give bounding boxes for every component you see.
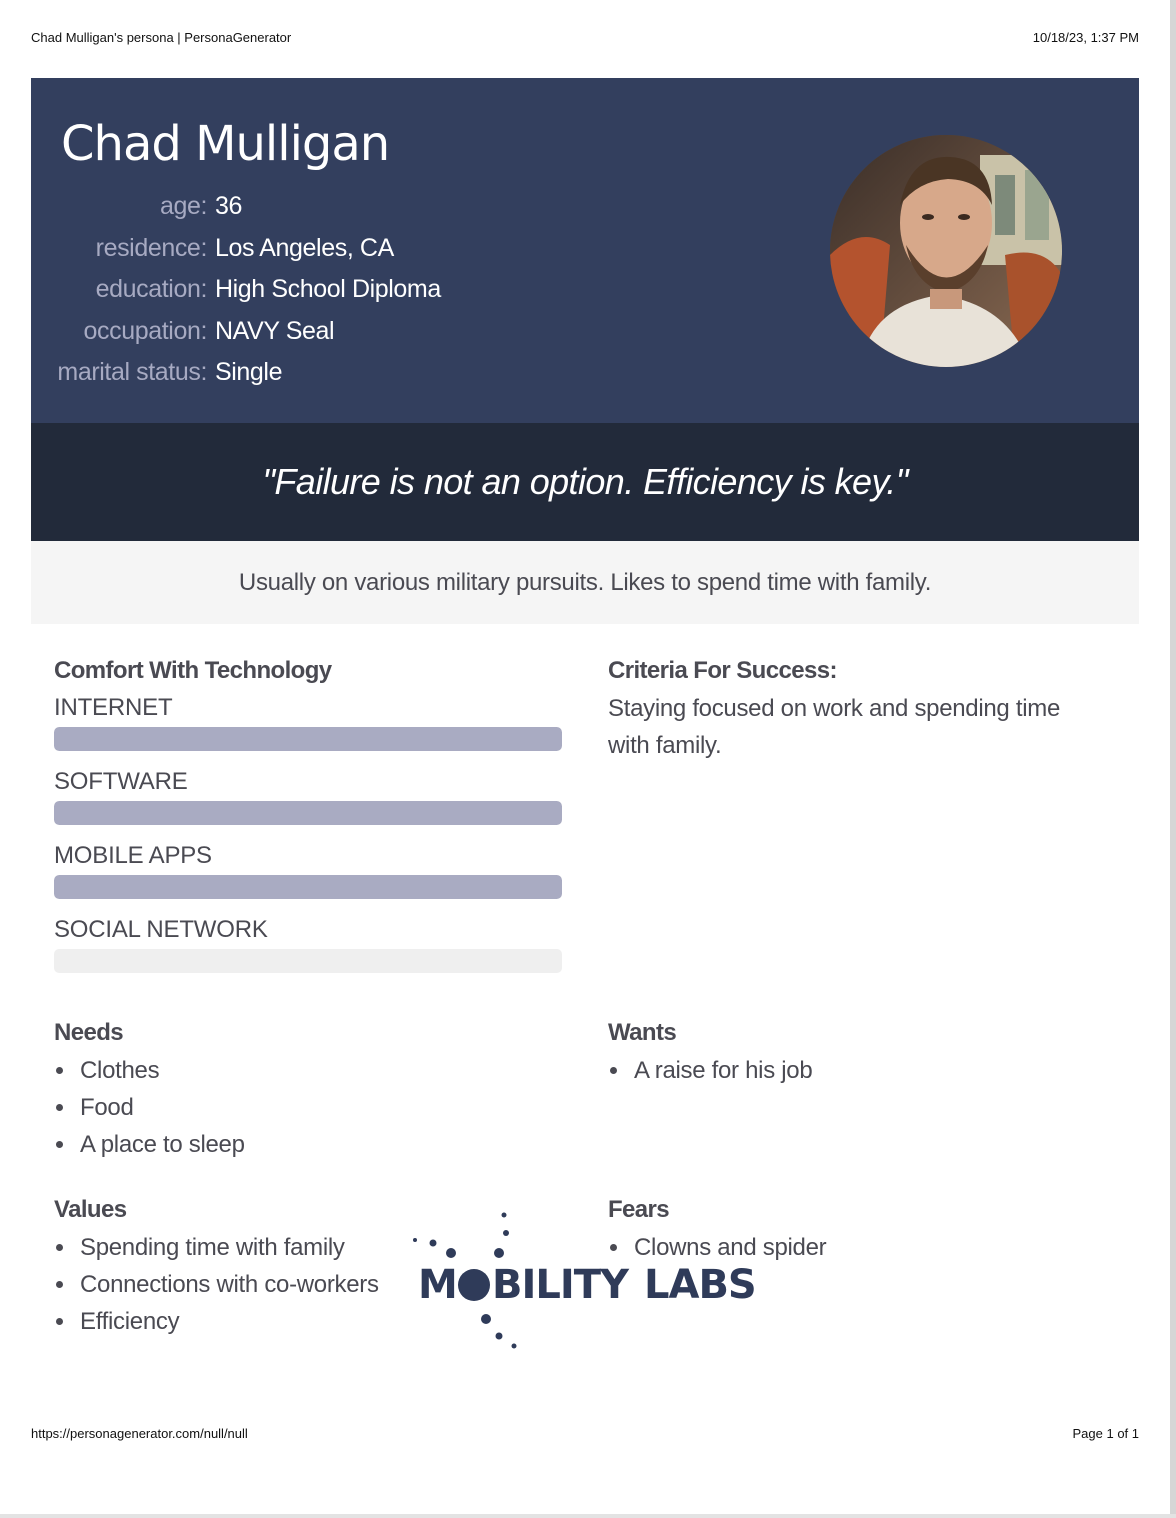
fact-age: age: 36 bbox=[31, 186, 441, 228]
fact-value: Los Angeles, CA bbox=[215, 233, 394, 262]
persona-avatar bbox=[830, 135, 1062, 367]
mobility-labs-logo: M BILITY LABS bbox=[410, 1205, 770, 1355]
list-item: Food bbox=[54, 1089, 245, 1126]
values-title: Values bbox=[54, 1196, 127, 1223]
persona-hero: Chad Mulligan age: 36 residence: Los Ang… bbox=[31, 78, 1139, 423]
wants-title: Wants bbox=[608, 1019, 677, 1046]
tech-bar-social-network bbox=[54, 949, 562, 973]
fact-label: education: bbox=[95, 275, 208, 304]
print-datetime: 10/18/23, 1:37 PM bbox=[1032, 30, 1139, 45]
fact-value: NAVY Seal bbox=[215, 316, 335, 345]
fact-education: education: High School Diploma bbox=[31, 269, 442, 311]
persona-quote: "Failure is not an option. Efficiency is… bbox=[262, 461, 908, 502]
print-url: https://personagenerator.com/null/null bbox=[31, 1426, 248, 1441]
list-item: A raise for his job bbox=[608, 1052, 813, 1089]
tech-bar-mobile-apps bbox=[54, 875, 562, 899]
print-page-number: Page 1 of 1 bbox=[1072, 1426, 1140, 1441]
bio-band: Usually on various military pursuits. Li… bbox=[31, 541, 1139, 624]
logo-graphic: M BILITY LABS bbox=[413, 1212, 757, 1349]
list-item: Efficiency bbox=[54, 1303, 379, 1340]
technology-title: Comfort With Technology bbox=[54, 657, 332, 684]
tech-bar-fill bbox=[54, 801, 562, 825]
criteria-text: Staying focused on work and spending tim… bbox=[608, 695, 1060, 759]
needs-list: Clothes Food A place to sleep bbox=[54, 1052, 245, 1163]
wants-list: A raise for his job bbox=[608, 1052, 813, 1089]
list-item: Clothes bbox=[54, 1052, 245, 1089]
print-footer: https://personagenerator.com/null/null P… bbox=[31, 1426, 1139, 1441]
svg-text:M: M bbox=[418, 1262, 457, 1308]
list-item: A place to sleep bbox=[54, 1126, 245, 1163]
print-page-title: Chad Mulligan's persona | PersonaGenerat… bbox=[31, 30, 292, 45]
list-item: Connections with co-workers bbox=[54, 1266, 379, 1303]
criteria-title: Criteria For Success: bbox=[608, 657, 837, 684]
avatar-portrait-illustration bbox=[830, 135, 1062, 367]
persona-name: Chad Mulligan bbox=[61, 116, 390, 172]
quote-band: "Failure is not an option. Efficiency is… bbox=[31, 423, 1139, 541]
tech-bar-fill bbox=[54, 727, 562, 751]
tech-label-mobile-apps: MOBILE APPS bbox=[54, 842, 212, 869]
list-item: Spending time with family bbox=[54, 1229, 379, 1266]
page-edge-right bbox=[1170, 0, 1176, 1518]
fact-label: marital status: bbox=[57, 358, 207, 387]
svg-text:LABS: LABS bbox=[644, 1262, 756, 1308]
tech-label-software: SOFTWARE bbox=[54, 768, 188, 795]
needs-title: Needs bbox=[54, 1019, 124, 1046]
fact-label: occupation: bbox=[83, 316, 208, 345]
tech-bar-internet bbox=[54, 727, 562, 751]
persona-card: Chad Mulligan age: 36 residence: Los Ang… bbox=[31, 78, 1139, 624]
fact-value: Single bbox=[215, 358, 283, 387]
tech-bar-software bbox=[54, 801, 562, 825]
tech-bar-fill bbox=[54, 875, 562, 899]
persona-bio: Usually on various military pursuits. Li… bbox=[238, 568, 932, 596]
fact-marital-status: marital status: Single bbox=[31, 352, 441, 394]
svg-text:BILITY: BILITY bbox=[492, 1262, 630, 1308]
values-list: Spending time with family Connections wi… bbox=[54, 1229, 379, 1340]
fact-occupation: occupation: NAVY Seal bbox=[31, 311, 441, 353]
fact-label: age: bbox=[159, 192, 207, 221]
fact-label: residence: bbox=[95, 233, 208, 262]
tech-label-internet: INTERNET bbox=[54, 694, 173, 721]
persona-facts: age: 36 residence: Los Angeles, CA educa… bbox=[31, 186, 441, 394]
tech-label-social-network: SOCIAL NETWORK bbox=[54, 916, 268, 943]
page-edge-bottom bbox=[0, 1514, 1176, 1518]
fact-value: 36 bbox=[215, 192, 243, 221]
print-header: Chad Mulligan's persona | PersonaGenerat… bbox=[31, 30, 1139, 45]
fact-value: High School Diploma bbox=[215, 275, 441, 304]
fact-residence: residence: Los Angeles, CA bbox=[31, 228, 441, 270]
